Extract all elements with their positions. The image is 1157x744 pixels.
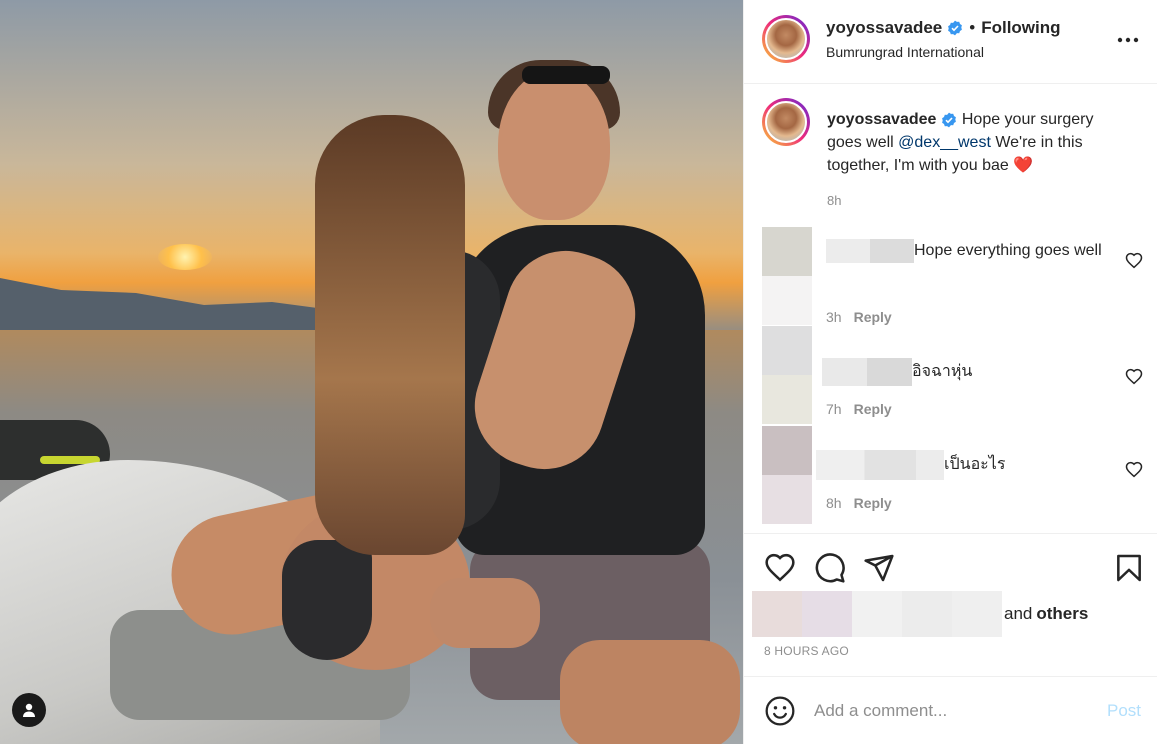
post-dialog: yoyossavadee • Following Bumrungrad Inte…	[0, 0, 1157, 744]
comment-body: เป็นอะไร	[944, 456, 1006, 474]
comment-meta: 8h Reply	[826, 495, 892, 511]
caption-time[interactable]: 8h	[827, 193, 841, 208]
post-timestamp[interactable]: 8 HOURS AGO	[764, 644, 849, 658]
post-photo[interactable]	[0, 0, 743, 744]
redacted-username	[816, 450, 944, 480]
redacted-username	[826, 239, 914, 263]
comment-like-heart-icon[interactable]	[1125, 368, 1143, 386]
emoji-icon[interactable]	[764, 695, 796, 727]
author-avatar[interactable]	[762, 15, 810, 63]
location-link[interactable]: Bumrungrad International	[826, 44, 984, 60]
man-head	[498, 70, 610, 220]
reply-button[interactable]: Reply	[854, 309, 892, 325]
redacted-liker	[852, 591, 902, 637]
caption-text: yoyossavadee Hope your surgery goes well…	[827, 108, 1127, 177]
comment-time[interactable]: 3h	[826, 309, 842, 325]
comment-avatar[interactable]	[762, 426, 812, 524]
sunglasses	[522, 66, 610, 84]
comment-text: เป็นอะไร	[816, 450, 1096, 480]
post-comment-button[interactable]: Post	[1107, 701, 1141, 721]
red-heart-emoji: ❤️	[1013, 157, 1034, 174]
comment-body: Hope everything goes well	[914, 242, 1102, 260]
comment-meta: 3h Reply	[826, 309, 892, 325]
comment-body: อิจฉาหุ่น	[912, 363, 973, 381]
comment-text: Hope everything goes well	[826, 239, 1106, 263]
comment-text: อิจฉาหุ่น	[822, 358, 1102, 386]
comment-input[interactable]	[814, 697, 1094, 725]
comment-avatar[interactable]	[762, 326, 812, 424]
verified-icon	[942, 112, 957, 128]
side-panel: yoyossavadee • Following Bumrungrad Inte…	[743, 0, 1157, 744]
author-line: yoyossavadee • Following	[826, 18, 1061, 38]
heart-icon[interactable]	[764, 552, 796, 584]
caption-username[interactable]: yoyossavadee	[827, 111, 936, 128]
likes-summary: and others	[752, 591, 1088, 637]
comment-like-heart-icon[interactable]	[1125, 461, 1143, 479]
redacted-liker	[902, 591, 952, 637]
swimsuit	[282, 540, 372, 660]
reply-button[interactable]: Reply	[854, 401, 892, 417]
verified-icon	[948, 20, 963, 36]
comment-avatar[interactable]	[762, 227, 812, 325]
following-button[interactable]: Following	[981, 18, 1060, 38]
more-options-icon	[1117, 37, 1139, 43]
separator-dot: •	[969, 18, 976, 37]
post-actions: and others 8 HOURS AGO	[744, 533, 1157, 673]
more-options-button[interactable]	[1114, 28, 1142, 52]
sunset-sun	[158, 244, 212, 270]
comment-meta: 7h Reply	[826, 401, 892, 417]
woman-hair	[315, 115, 465, 555]
liker-avatar[interactable]	[752, 591, 802, 637]
comment-time[interactable]: 8h	[826, 495, 842, 511]
tagged-users-button[interactable]	[12, 693, 46, 727]
add-comment-bar: Post	[744, 676, 1157, 744]
comment-icon[interactable]	[814, 552, 846, 584]
caption-avatar[interactable]	[762, 98, 810, 146]
man-hand	[430, 578, 540, 648]
distant-hills	[0, 278, 340, 338]
share-icon[interactable]	[863, 552, 895, 584]
save-icon[interactable]	[1113, 552, 1145, 584]
likes-and: and	[1004, 604, 1033, 623]
likes-others-link[interactable]: others	[1036, 604, 1088, 624]
tag-user-icon	[23, 703, 35, 717]
comment-time[interactable]: 7h	[826, 401, 842, 417]
redacted-username	[822, 358, 912, 386]
redacted-liker	[952, 591, 1002, 637]
liker-avatar[interactable]	[802, 591, 852, 637]
author-username[interactable]: yoyossavadee	[826, 18, 942, 38]
post-header: yoyossavadee • Following Bumrungrad Inte…	[744, 0, 1157, 84]
reply-button[interactable]: Reply	[854, 495, 892, 511]
man-leg	[560, 640, 740, 744]
comment-like-heart-icon[interactable]	[1125, 252, 1143, 270]
caption-mention[interactable]: @dex__west	[898, 134, 991, 151]
